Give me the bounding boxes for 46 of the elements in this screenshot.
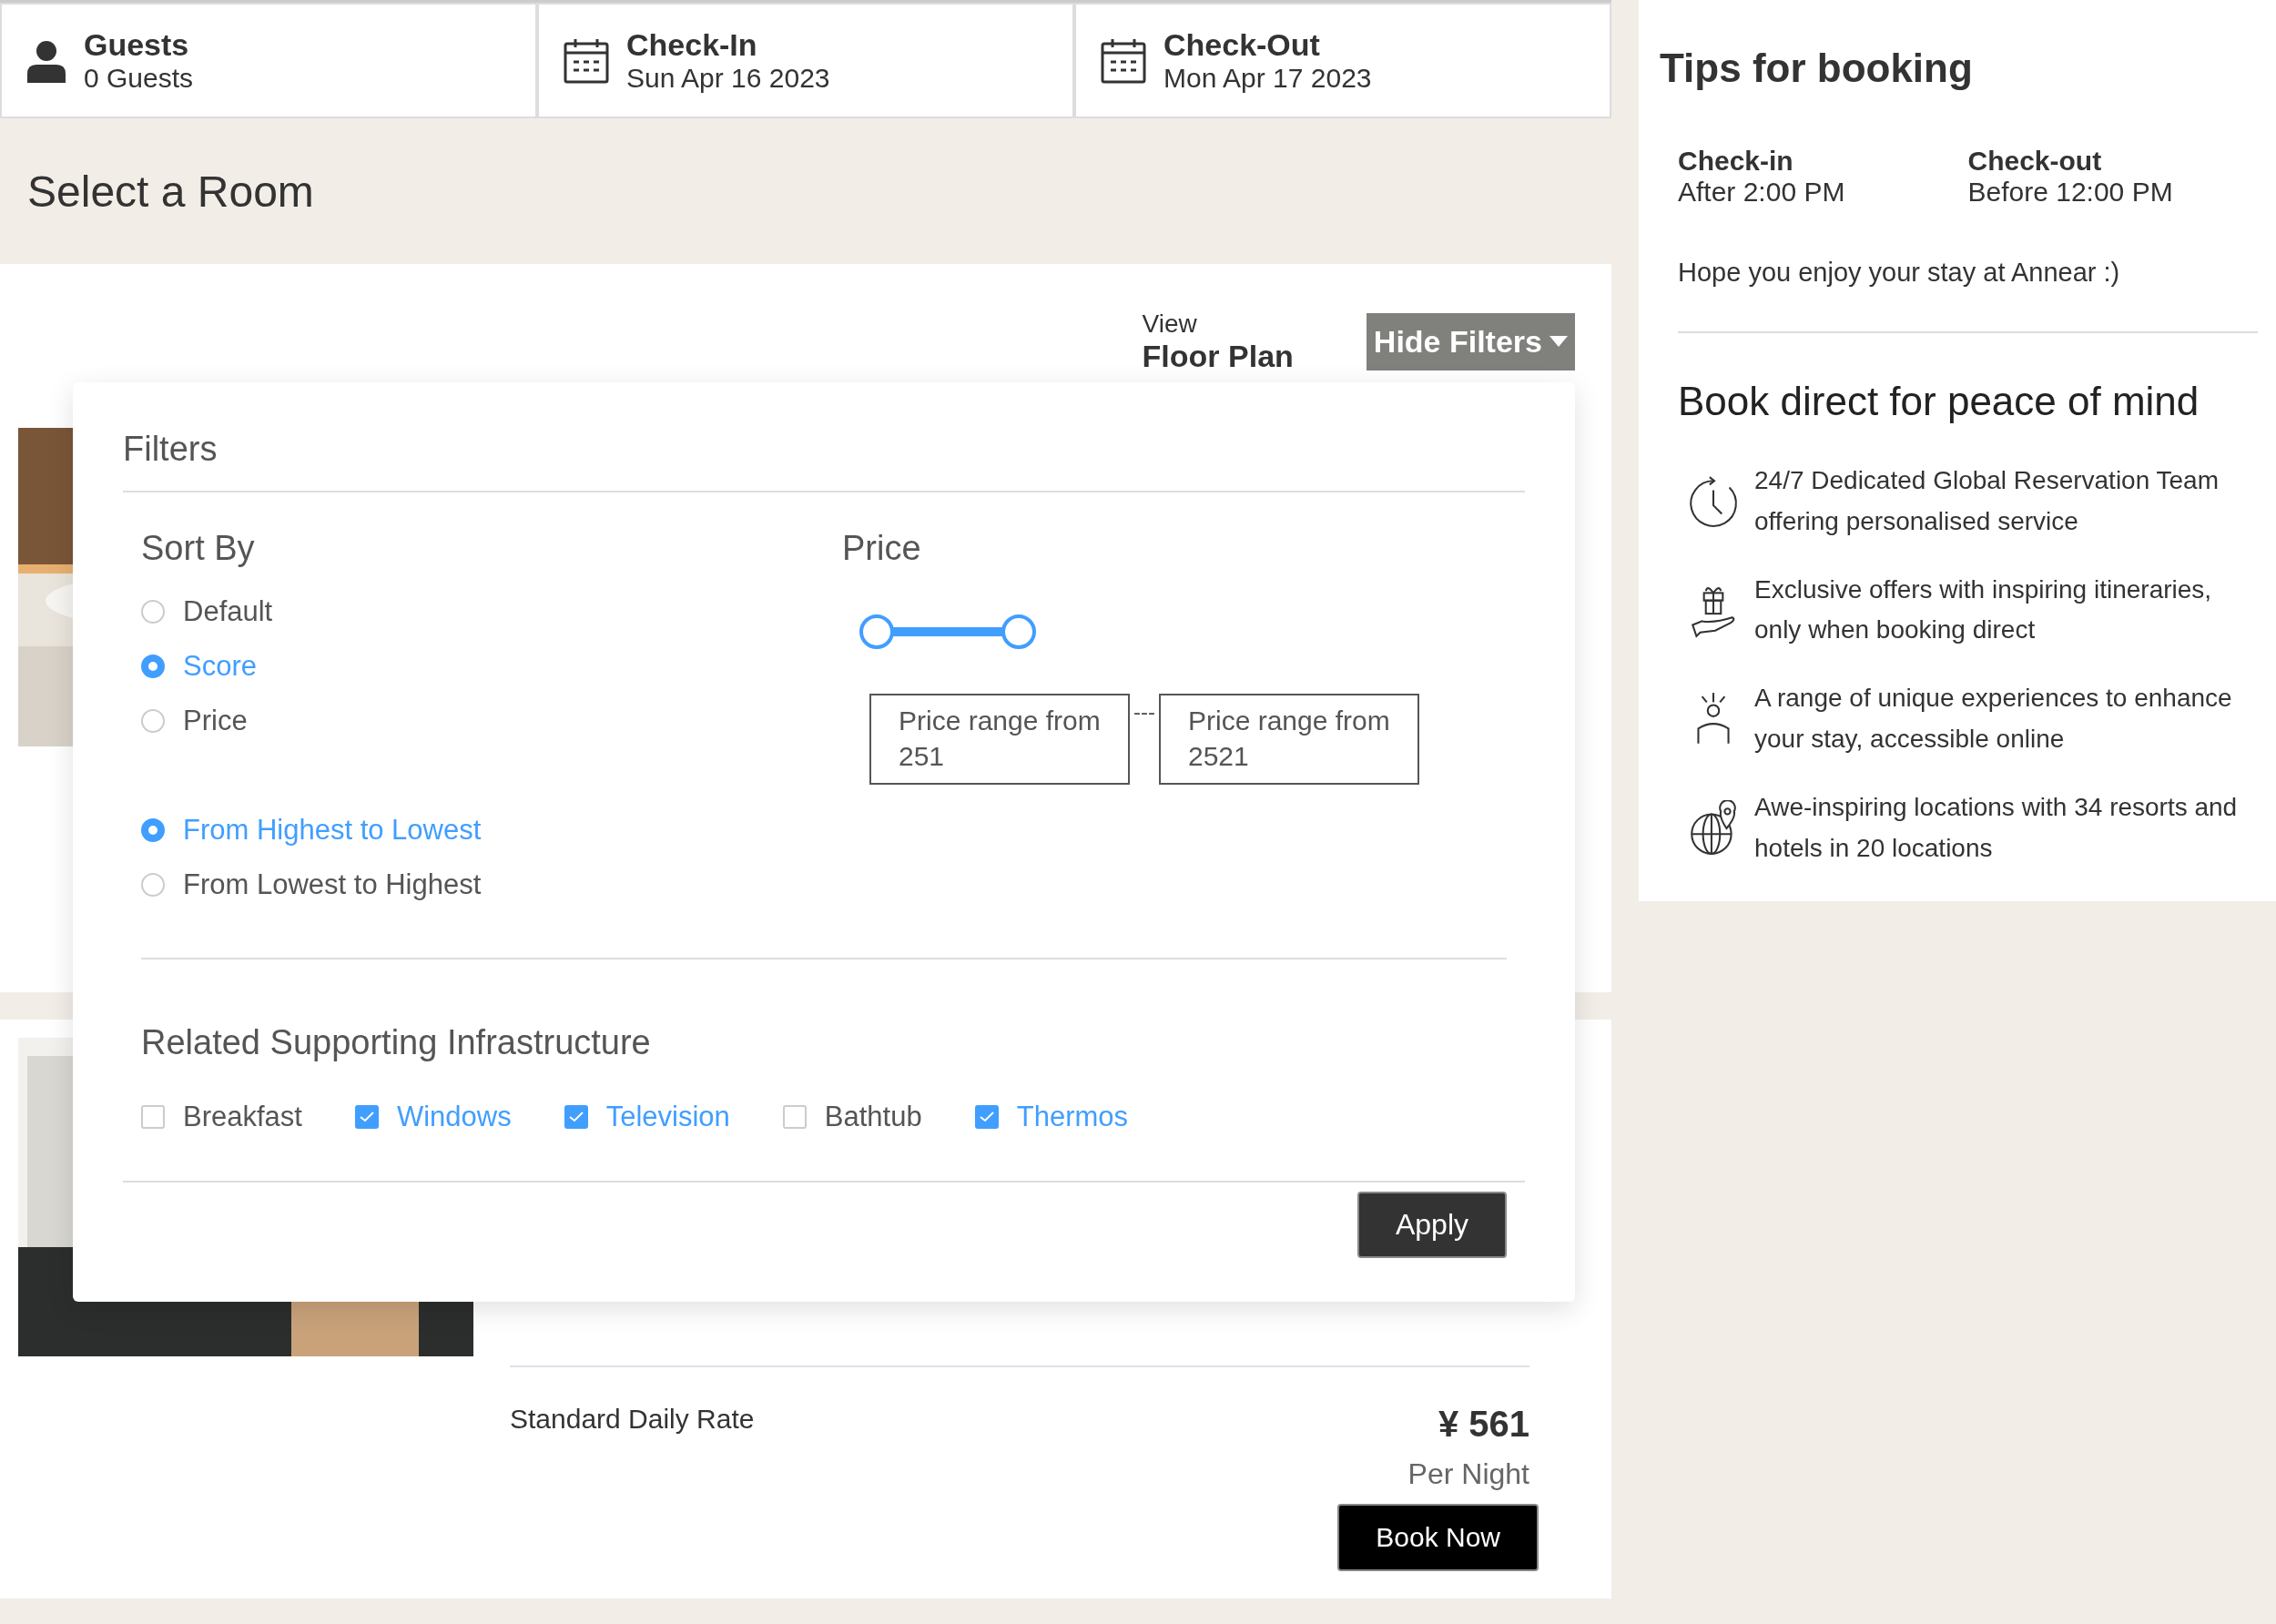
section-title: Sort By	[141, 529, 256, 568]
checkbox-option[interactable]: Breakfast	[141, 1090, 302, 1144]
time-label: Check-in	[1678, 146, 1794, 177]
radio-option[interactable]: Default	[141, 584, 842, 639]
person-icon	[25, 38, 67, 83]
range-separator: ---	[1133, 699, 1156, 725]
floor-plan-link[interactable]: Floor Plan	[1142, 338, 1294, 374]
view-label: View	[1142, 309, 1198, 339]
calendar-icon	[563, 36, 610, 85]
panel-title: Filters	[123, 419, 1525, 492]
field-label: Guests	[84, 27, 190, 63]
price-input-field[interactable]: Price range from 251	[869, 694, 1130, 785]
field-value: 0 Guests	[84, 63, 194, 94]
benefit-text: Exclusive offers with inspiring itineraries, only when booking direct	[1754, 573, 2213, 646]
caret-icon	[1550, 336, 1568, 347]
time-label: Check-out	[1967, 146, 2103, 177]
price-unit: Per Night	[1407, 1457, 1529, 1491]
radio-option[interactable]: Price	[141, 694, 842, 748]
calendar-icon	[1100, 36, 1147, 85]
room-price: ¥ 561	[1438, 1404, 1529, 1445]
field-value: Sun Apr 16 2023	[626, 63, 830, 94]
panel-title: Tips for booking	[1660, 46, 1974, 91]
apply-button[interactable]: Apply	[1356, 1192, 1507, 1258]
field-value: Mon Apr 17 2023	[1163, 63, 1372, 94]
book-now-button[interactable]: Book Now	[1337, 1504, 1539, 1571]
section-title: Book direct for peace of mind	[1678, 379, 2200, 424]
section-title: Price	[842, 529, 922, 568]
field-label: Check-In	[626, 27, 758, 63]
benefit-text: A range of unique experiences to enhance your stay, accessible online	[1754, 683, 2233, 755]
booking-field[interactable]: Guests 0 Guests	[0, 3, 537, 118]
note-text: Hope you enjoy your stay at Annear :)	[1678, 208, 2258, 333]
field-label: Check-Out	[1163, 27, 1321, 63]
booking-field[interactable]: Check-In Sun Apr 16 2023	[537, 3, 1074, 118]
checkbox-option[interactable]: Bathtub	[782, 1090, 922, 1144]
time-value: After 2:00 PM	[1678, 177, 1846, 208]
rate-label: Standard Daily Rate	[510, 1404, 755, 1436]
section-title: Related Supporting Infrastructure	[140, 1023, 652, 1062]
price-input-field[interactable]: Price range from 2521	[1159, 694, 1419, 785]
time-value: Before 12:00 PM	[1967, 177, 2174, 208]
radio-option[interactable]: From Lowest to Highest	[141, 858, 842, 912]
hide-filters-button[interactable]: Hide Filters	[1366, 312, 1575, 370]
booking-field[interactable]: Check-Out Mon Apr 17 2023	[1074, 3, 1611, 118]
benefit-text: 24/7 Dedicated Global Reservation Team offering personalised service	[1754, 465, 2220, 537]
benefit-text: Awe-inspiring locations with 34 resorts and hotels in 20 locations	[1754, 791, 2239, 864]
page-title: Select a Room	[27, 166, 314, 217]
price-range-slider[interactable]	[859, 614, 1036, 649]
